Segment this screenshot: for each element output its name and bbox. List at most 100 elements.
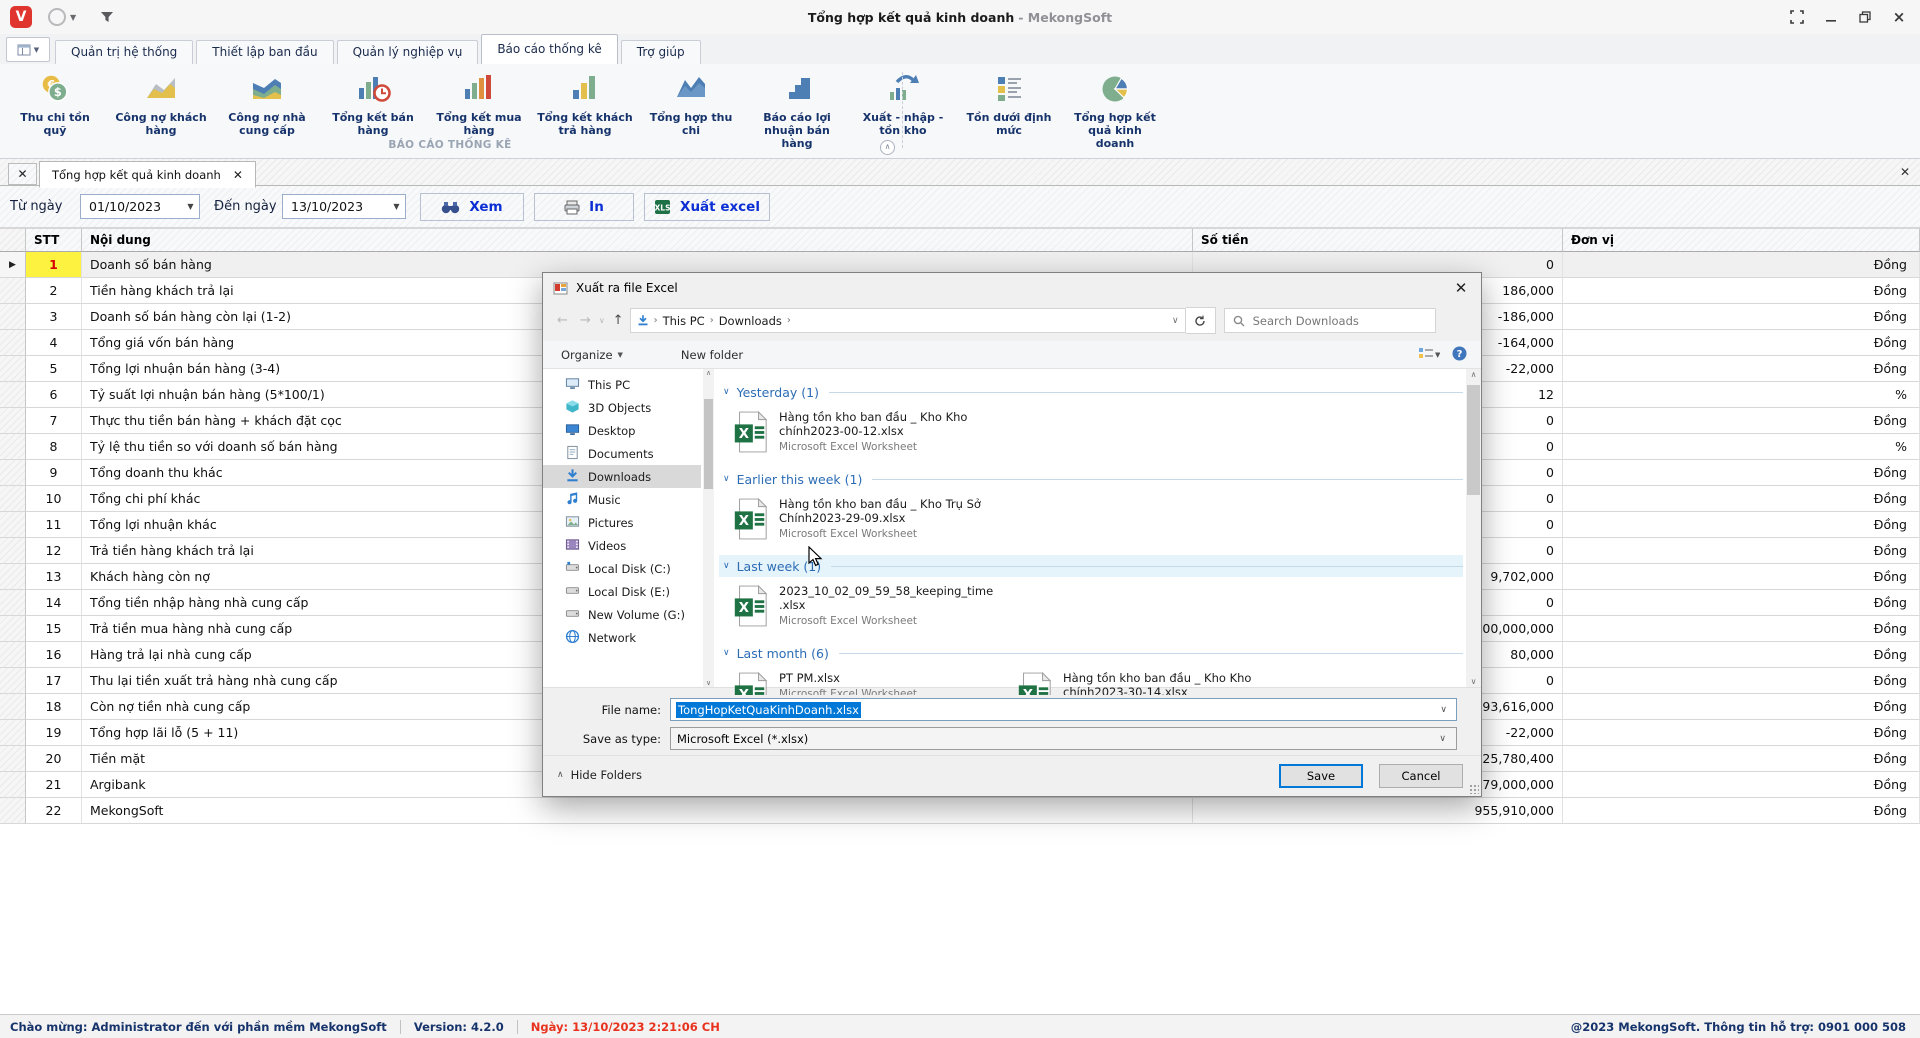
from-date-input[interactable]: 01/10/2023▼	[80, 194, 200, 219]
column-header-unit[interactable]: Đơn vị	[1563, 228, 1920, 252]
scroll-down-icon[interactable]: ∨	[703, 679, 714, 687]
chevron-down-icon[interactable]: ▼	[182, 195, 199, 218]
minimize-icon[interactable]	[1822, 8, 1840, 26]
refresh-button[interactable]	[1186, 307, 1216, 334]
column-header-stt[interactable]: STT	[26, 228, 82, 252]
row-selector[interactable]	[0, 772, 26, 798]
filter-icon[interactable]	[100, 11, 114, 23]
file-group-header[interactable]: ∨Last month (6)	[719, 642, 1463, 664]
chevron-down-icon[interactable]: ∨	[1440, 705, 1451, 715]
table-row[interactable]: 22MekongSoft955,910,000Đồng	[0, 798, 1920, 824]
row-selector[interactable]	[0, 512, 26, 538]
file-item[interactable]: X2023_10_02_09_59_58_keeping_time .xlsxM…	[731, 584, 1001, 632]
profile-icon[interactable]	[48, 8, 66, 26]
fullscreen-icon[interactable]	[1788, 8, 1806, 26]
sidebar-item-music[interactable]: Music	[543, 488, 701, 511]
ribbon-tab-4[interactable]: Báo cáo thống kê	[481, 34, 617, 64]
resize-grip[interactable]	[1469, 784, 1479, 794]
row-selector[interactable]	[0, 486, 26, 512]
organize-button[interactable]: Organize▼	[561, 348, 623, 362]
breadcrumb-item[interactable]: This PC	[663, 314, 705, 328]
ribbon-button-3[interactable]: Công nợ nhà cung cấp	[214, 67, 320, 139]
ribbon-tab-3[interactable]: Quản lý nghiệp vụ	[337, 40, 479, 64]
file-group-header[interactable]: ∨Last week (1)	[719, 555, 1463, 577]
file-group-header[interactable]: ∨Yesterday (1)	[719, 381, 1463, 403]
scroll-down-icon[interactable]: ∨	[1466, 677, 1481, 686]
forward-icon[interactable]: →	[580, 313, 591, 328]
ribbon-button-5[interactable]: Tổng kết mua hàng	[426, 67, 532, 139]
sidebar-item-pictures[interactable]: Pictures	[543, 511, 701, 534]
list-scrollbar[interactable]: ∧ ∨	[1466, 369, 1481, 687]
export-excel-button[interactable]: XLS Xuất excel	[644, 193, 770, 221]
ribbon-tab-5[interactable]: Trợ giúp	[621, 40, 701, 64]
sidebar-item-desktop[interactable]: Desktop	[543, 419, 701, 442]
ribbon-button-11[interactable]: Tổng hợp kết quả kinh doanh	[1062, 67, 1168, 152]
ribbon-tab-1[interactable]: Quản trị hệ thống	[55, 40, 193, 64]
sidebar-item-local-disk-c-[interactable]: Local Disk (C:)	[543, 557, 701, 580]
save-type-select[interactable]: Microsoft Excel (*.xlsx) ∨	[670, 727, 1457, 750]
ribbon-button-2[interactable]: Công nợ khách hàng	[108, 67, 214, 139]
ribbon-button-10[interactable]: Tồn dưới định mức	[956, 67, 1062, 139]
search-input[interactable]: Search Downloads	[1224, 308, 1436, 333]
view-mode-icon[interactable]: ▼	[1418, 346, 1440, 363]
row-selector[interactable]	[0, 642, 26, 668]
dialog-close-icon[interactable]: ✕	[1441, 273, 1481, 303]
row-selector[interactable]	[0, 434, 26, 460]
row-selector[interactable]	[0, 798, 26, 824]
print-button[interactable]: In	[534, 193, 634, 221]
file-item[interactable]: XHàng tồn kho ban đầu _ Kho Kho chính202…	[731, 410, 1001, 458]
chevron-down-icon[interactable]: ∨	[723, 387, 730, 397]
new-folder-button[interactable]: New folder	[681, 348, 743, 362]
scroll-up-icon[interactable]: ∧	[703, 369, 714, 377]
sidebar-item-local-disk-e-[interactable]: Local Disk (E:)	[543, 580, 701, 603]
chevron-down-icon[interactable]: ▼	[388, 195, 405, 218]
column-header-amount[interactable]: Số tiền	[1193, 228, 1563, 252]
chevron-down-icon[interactable]: ∨	[723, 474, 730, 484]
app-logo-icon[interactable]: V	[10, 6, 32, 28]
cancel-button[interactable]: Cancel	[1379, 764, 1463, 788]
file-item[interactable]: XHàng tồn kho ban đầu _ Kho Trụ Sở Chính…	[731, 497, 1001, 545]
row-selector[interactable]	[0, 720, 26, 746]
breadcrumb-item[interactable]: Downloads	[719, 314, 782, 328]
column-header-content[interactable]: Nội dung	[82, 228, 1193, 252]
sidebar-item-3d-objects[interactable]: 3D Objects	[543, 396, 701, 419]
up-icon[interactable]: ↑	[613, 313, 624, 328]
row-selector[interactable]	[0, 538, 26, 564]
file-name-input[interactable]: TongHopKetQuaKinhDoanh.xlsx ∨	[670, 698, 1457, 721]
row-selector[interactable]	[0, 590, 26, 616]
view-button[interactable]: Xem	[420, 193, 524, 221]
restore-icon[interactable]	[1856, 8, 1874, 26]
close-icon-right[interactable]: ✕	[1900, 165, 1910, 179]
ribbon-collapse-icon[interactable]: ∧	[880, 140, 895, 155]
sidebar-item-new-volume-g-[interactable]: New Volume (G:)	[543, 603, 701, 626]
ribbon-button-4[interactable]: Tổng kết bán hàng	[320, 67, 426, 139]
file-item[interactable]: XHàng tồn kho ban đầu _ Kho Kho chính202…	[1015, 671, 1285, 695]
row-selector[interactable]	[0, 382, 26, 408]
scroll-up-icon[interactable]: ∧	[1466, 370, 1481, 379]
chevron-down-icon[interactable]: ∨	[1439, 734, 1450, 744]
row-selector[interactable]	[0, 330, 26, 356]
close-all-tabs-button[interactable]: ✕	[8, 163, 37, 185]
row-selector[interactable]	[0, 304, 26, 330]
help-icon[interactable]: ?	[1452, 346, 1467, 364]
file-group-header[interactable]: ∨Earlier this week (1)	[719, 468, 1463, 490]
close-tab-icon[interactable]: ✕	[233, 168, 243, 182]
row-selector[interactable]	[0, 694, 26, 720]
to-date-input[interactable]: 13/10/2023▼	[282, 194, 406, 219]
sidebar-item-videos[interactable]: Videos	[543, 534, 701, 557]
row-selector[interactable]	[0, 278, 26, 304]
chevron-down-icon[interactable]: ∨	[723, 561, 730, 571]
row-selector[interactable]	[0, 668, 26, 694]
row-selector[interactable]	[0, 408, 26, 434]
sidebar-item-downloads[interactable]: Downloads	[543, 465, 701, 488]
row-selector[interactable]	[0, 616, 26, 642]
back-icon[interactable]: ←	[557, 313, 568, 328]
ribbon-tab-2[interactable]: Thiết lập ban đầu	[196, 40, 333, 64]
sidebar-item-documents[interactable]: Documents	[543, 442, 701, 465]
row-selector[interactable]	[0, 460, 26, 486]
row-selector[interactable]: ▶	[0, 252, 26, 278]
close-icon[interactable]: ×	[1890, 8, 1908, 26]
sidebar-item-this-pc[interactable]: This PC	[543, 373, 701, 396]
sidebar-item-network[interactable]: Network	[543, 626, 701, 649]
recent-locations-icon[interactable]: ∨	[599, 316, 605, 325]
